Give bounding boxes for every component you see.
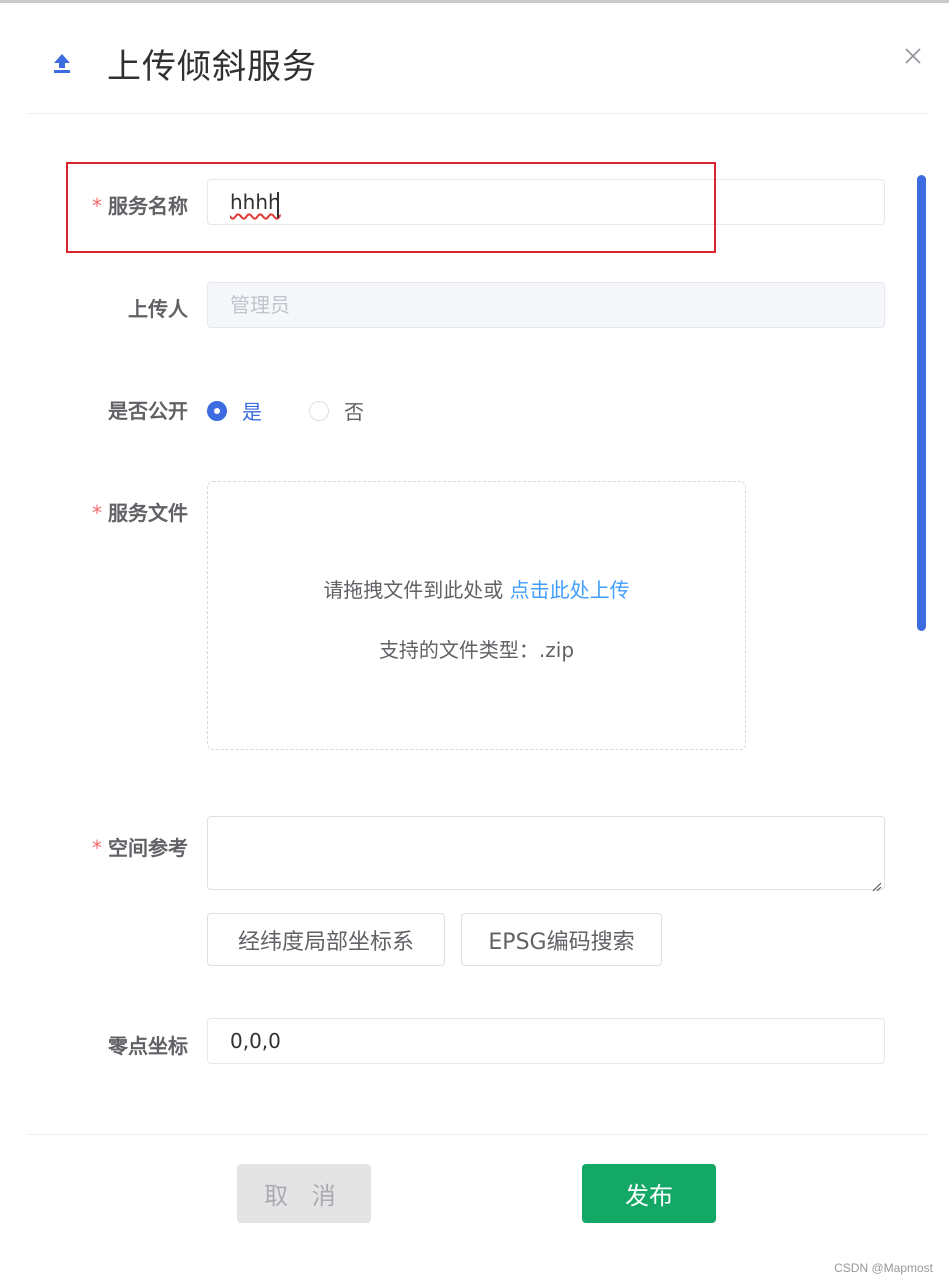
cancel-button[interactable]: 取 消 — [237, 1164, 371, 1223]
uploader-placeholder: 管理员 — [230, 293, 290, 317]
service-name-label: * 服务名称 — [92, 190, 188, 219]
uploader-label: 上传人 — [128, 297, 188, 321]
upload-icon — [50, 51, 74, 75]
required-mark: * — [92, 501, 102, 525]
required-mark: * — [92, 194, 102, 218]
watermark: CSDN @Mapmost — [834, 1261, 933, 1275]
spatial-ref-label-text: 空间参考 — [108, 836, 188, 860]
service-file-label: * 服务文件 — [92, 497, 188, 526]
service-file-label-text: 服务文件 — [108, 501, 188, 525]
scrollbar-thumb[interactable] — [917, 175, 926, 631]
service-name-label-text: 服务名称 — [108, 194, 188, 218]
service-name-input[interactable]: hhhh — [207, 179, 885, 225]
uploader-input: 管理员 — [207, 282, 885, 328]
file-dropzone[interactable]: 请拖拽文件到此处或 点击此处上传 支持的文件类型：.zip — [207, 481, 746, 750]
resize-handle-icon[interactable] — [872, 877, 882, 892]
dialog-header: 上传倾斜服务 — [28, 3, 928, 114]
upload-dialog: 上传倾斜服务 * 服务名称 hhhh 上传人 管理员 是否公开 是 否 * 服务文件… — [0, 3, 949, 1283]
upload-link[interactable]: 点击此处上传 — [510, 578, 630, 602]
footer-divider — [28, 1134, 928, 1135]
radio-public-yes[interactable]: 是 — [207, 396, 262, 425]
origin-input[interactable]: 0,0,0 — [207, 1018, 885, 1064]
radio-yes-label: 是 — [242, 400, 262, 424]
dialog-title: 上传倾斜服务 — [107, 47, 317, 87]
radio-no-label: 否 — [344, 400, 364, 424]
spatial-ref-label: * 空间参考 — [92, 832, 188, 861]
supported-types-text: 支持的文件类型：.zip — [378, 638, 575, 662]
publish-button[interactable]: 发布 — [582, 1164, 716, 1223]
spatial-ref-textarea[interactable] — [207, 816, 885, 892]
text-caret — [277, 192, 279, 218]
dropzone-instructions: 请拖拽文件到此处或 点击此处上传 — [208, 574, 745, 603]
dropzone-drag-text: 请拖拽文件到此处或 — [323, 578, 510, 602]
required-mark: * — [92, 836, 102, 860]
origin-label: 零点坐标 — [108, 1034, 188, 1058]
local-coordinate-button[interactable]: 经纬度局部坐标系 — [207, 913, 445, 966]
service-name-value: hhhh — [230, 190, 281, 214]
is-public-label: 是否公开 — [108, 399, 188, 423]
epsg-search-button[interactable]: EPSG编码搜索 — [461, 913, 662, 966]
radio-unchecked-icon — [309, 400, 329, 421]
close-icon[interactable] — [904, 47, 922, 65]
origin-value: 0,0,0 — [230, 1029, 281, 1053]
radio-public-no[interactable]: 否 — [309, 396, 364, 425]
radio-checked-icon — [207, 400, 227, 421]
